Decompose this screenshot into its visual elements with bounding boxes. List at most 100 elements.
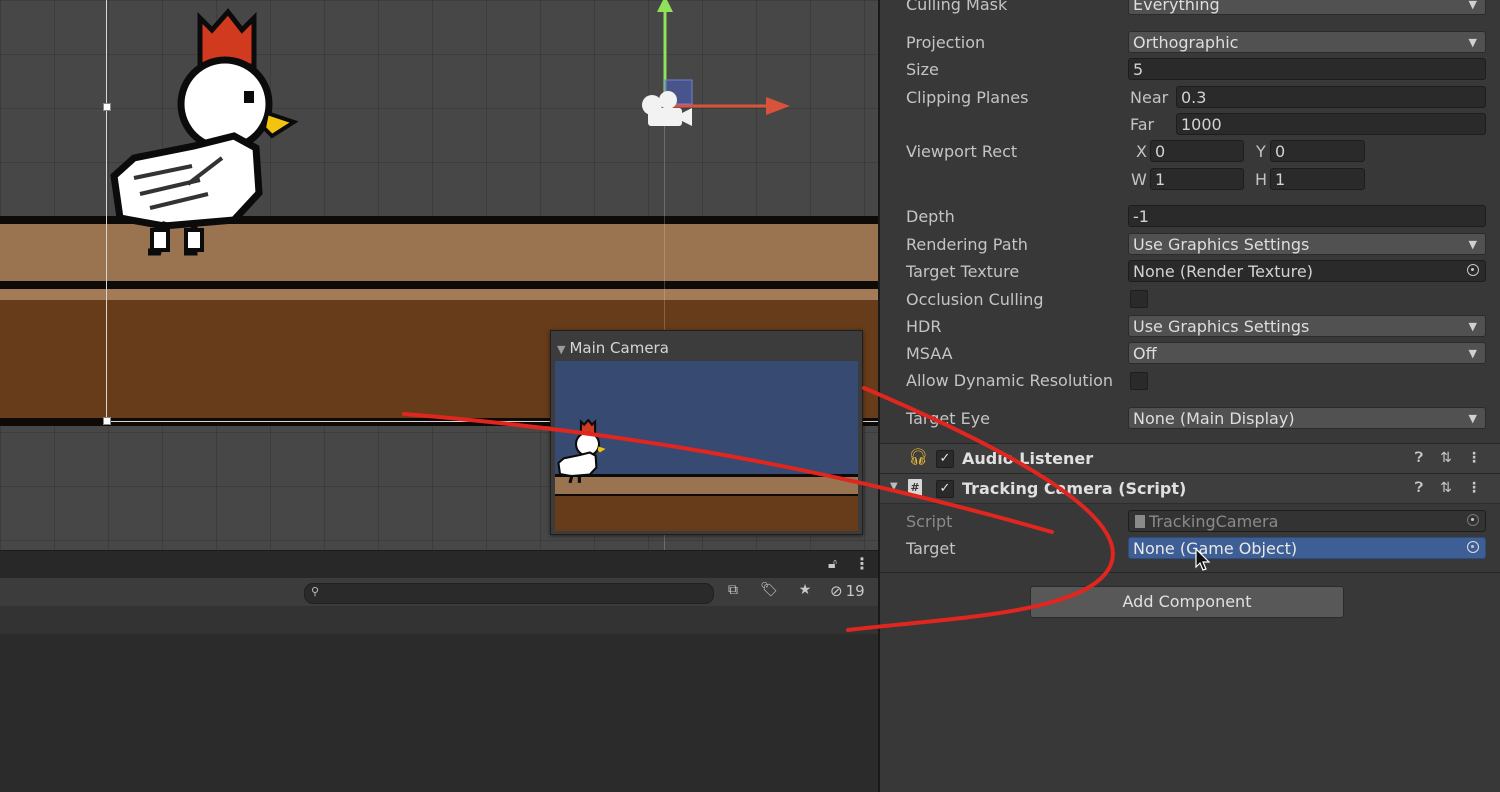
viewport-x-label: X <box>1136 142 1147 161</box>
target-texture-field[interactable]: None (Render Texture) <box>1128 260 1486 282</box>
culling-mask-label: Culling Mask <box>906 0 1008 14</box>
target-texture-value: None (Render Texture) <box>1133 262 1313 281</box>
tracking-camera-enabled-checkbox[interactable]: ✓ <box>936 480 954 498</box>
target-eye-label: Target Eye <box>906 409 991 428</box>
project-panel-header: 🔓︎ ⋮ <box>0 550 878 579</box>
rendering-path-dropdown[interactable]: Use Graphics Settings ▼ <box>1128 233 1486 255</box>
depth-field[interactable]: -1 <box>1128 205 1486 227</box>
project-breadcrumb-bar <box>0 606 878 635</box>
viewport-w-field[interactable]: 1 <box>1150 168 1244 190</box>
component-menu-icon[interactable]: ⋮ <box>1465 450 1483 466</box>
object-picker-icon <box>1467 514 1479 526</box>
script-value: TrackingCamera <box>1149 512 1279 531</box>
presets-icon[interactable]: ⇅ <box>1437 480 1455 496</box>
foldout-arrow-icon[interactable]: ▼ <box>890 481 898 492</box>
occlusion-culling-checkbox[interactable] <box>1130 290 1148 308</box>
dropdown-arrow-icon: ▼ <box>1468 36 1477 49</box>
preview-chicken-sprite <box>557 419 606 484</box>
camera-preview-title: Main Camera <box>569 339 669 357</box>
scene-view[interactable]: ▼ Main Camera <box>0 0 878 550</box>
culling-mask-value: Everything <box>1133 0 1220 14</box>
near-field[interactable]: 0.3 <box>1176 86 1486 108</box>
help-icon[interactable]: ❓︎ <box>1410 450 1428 466</box>
viewport-h-field[interactable]: 1 <box>1270 168 1365 190</box>
filter-by-type-icon[interactable]: ⧉ <box>720 582 746 602</box>
viewport-x-field[interactable]: 0 <box>1150 140 1244 162</box>
culling-mask-dropdown[interactable]: Everything ▼ <box>1128 0 1486 15</box>
hdr-label: HDR <box>906 317 942 336</box>
msaa-value: Off <box>1133 344 1157 363</box>
occlusion-culling-label: Occlusion Culling <box>906 290 1044 309</box>
msaa-label: MSAA <box>906 344 953 363</box>
clipping-planes-label: Clipping Planes <box>906 88 1029 107</box>
audio-listener-enabled-checkbox[interactable]: ✓ <box>936 450 954 468</box>
viewport-y-field[interactable]: 0 <box>1270 140 1365 162</box>
script-icon: # <box>908 479 922 496</box>
dropdown-arrow-icon: ▼ <box>1468 320 1477 333</box>
far-field[interactable]: 1000 <box>1176 113 1486 135</box>
target-eye-value: None (Main Display) <box>1133 409 1295 428</box>
project-content-area[interactable] <box>0 634 878 792</box>
depth-label: Depth <box>906 207 955 226</box>
hdr-value: Use Graphics Settings <box>1133 317 1310 336</box>
hidden-packages-toggle[interactable]: ⊘ 19 <box>830 582 865 602</box>
camera-gizmo-icon[interactable] <box>640 90 696 132</box>
target-label: Target <box>906 539 956 558</box>
project-search-input[interactable]: ⚲ <box>304 583 714 604</box>
projection-value: Orthographic <box>1133 33 1239 52</box>
rendering-path-value: Use Graphics Settings <box>1133 235 1310 254</box>
viewport-y-label: Y <box>1256 142 1266 161</box>
far-label: Far <box>1130 115 1155 134</box>
chicken-sprite[interactable] <box>104 8 304 260</box>
bounds-handle[interactable] <box>103 417 111 425</box>
audio-listener-header[interactable]: 🎧︎ ✓ Audio Listener ❓︎ ⇅ ⋮ <box>880 443 1500 474</box>
help-icon[interactable]: ❓︎ <box>1410 480 1428 496</box>
projection-dropdown[interactable]: Orthographic ▼ <box>1128 31 1486 53</box>
more-options-icon[interactable]: ⋮ <box>854 554 870 573</box>
hdr-dropdown[interactable]: Use Graphics Settings ▼ <box>1128 315 1486 337</box>
add-component-button[interactable]: Add Component <box>1030 586 1344 618</box>
target-value: None (Game Object) <box>1133 539 1298 558</box>
object-picker-icon[interactable] <box>1467 264 1479 276</box>
presets-icon[interactable]: ⇅ <box>1437 450 1455 466</box>
search-icon: ⚲ <box>311 585 320 598</box>
dynamic-resolution-checkbox[interactable] <box>1130 372 1148 390</box>
filter-by-label-icon[interactable]: 🏷︎ <box>756 582 782 602</box>
tracking-camera-header[interactable]: ▼ # ✓ Tracking Camera (Script) ❓︎ ⇅ ⋮ <box>880 473 1500 504</box>
component-separator <box>880 572 1500 573</box>
msaa-dropdown[interactable]: Off ▼ <box>1128 342 1486 364</box>
projection-label: Projection <box>906 33 986 52</box>
dynamic-resolution-label: Allow Dynamic Resolution <box>906 371 1114 390</box>
viewport-h-label: H <box>1255 170 1268 189</box>
script-file-icon <box>1135 515 1145 528</box>
size-label: Size <box>906 60 939 79</box>
dropdown-arrow-icon: ▼ <box>1468 347 1477 360</box>
target-texture-label: Target Texture <box>906 262 1020 281</box>
target-field[interactable]: None (Game Object) <box>1128 537 1486 559</box>
audio-listener-title: Audio Listener <box>962 449 1094 468</box>
camera-preview: ▼ Main Camera <box>550 330 863 535</box>
size-field[interactable]: 5 <box>1128 58 1486 80</box>
target-eye-dropdown[interactable]: None (Main Display) ▼ <box>1128 407 1486 429</box>
component-menu-icon[interactable]: ⋮ <box>1465 480 1483 496</box>
lock-icon[interactable]: 🔓︎ <box>828 556 837 572</box>
collapse-triangle-icon[interactable]: ▼ <box>557 343 565 356</box>
viewport-rect-label: Viewport Rect <box>906 142 1018 161</box>
project-toolbar: ⚲ ⧉ 🏷︎ ★ ⊘ 19 <box>0 578 878 607</box>
hidden-packages-count: 19 <box>845 582 865 600</box>
eye-hidden-icon: ⊘ <box>830 582 843 600</box>
script-label: Script <box>906 512 953 531</box>
rendering-path-label: Rendering Path <box>906 235 1028 254</box>
mouse-cursor-icon <box>1195 548 1211 571</box>
dropdown-arrow-icon: ▼ <box>1468 238 1477 251</box>
object-picker-icon[interactable] <box>1467 541 1479 553</box>
favorites-star-icon[interactable]: ★ <box>792 582 818 602</box>
near-label: Near <box>1130 88 1169 107</box>
script-field: TrackingCamera <box>1128 510 1486 532</box>
viewport-w-label: W <box>1131 170 1147 189</box>
dropdown-arrow-icon: ▼ <box>1468 412 1477 425</box>
tracking-camera-title: Tracking Camera (Script) <box>962 479 1187 498</box>
camera-preview-render <box>555 361 858 531</box>
dropdown-arrow-icon: ▼ <box>1468 0 1477 11</box>
preview-ground-body <box>555 496 858 531</box>
